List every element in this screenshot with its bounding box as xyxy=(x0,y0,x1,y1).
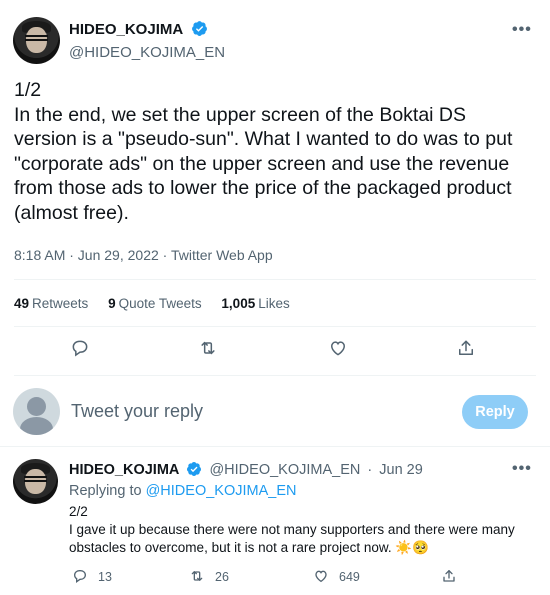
share-icon[interactable] xyxy=(456,338,480,362)
reply-input[interactable]: Tweet your reply xyxy=(71,401,203,422)
tweet-text: 1/2 In the end, we set the upper screen … xyxy=(14,79,513,224)
reply-action[interactable]: 13 xyxy=(72,568,112,584)
divider xyxy=(14,279,536,280)
reply-button[interactable]: Reply xyxy=(462,395,528,429)
reply-icon xyxy=(72,570,88,584)
thread-index: 2/2 xyxy=(69,504,88,519)
retweet-action[interactable]: 26 xyxy=(189,568,229,584)
retweet-icon xyxy=(189,570,205,584)
like-icon[interactable] xyxy=(328,338,352,362)
likes-stat[interactable]: 1,005 Likes xyxy=(221,296,289,311)
verified-badge-icon xyxy=(191,20,208,42)
tweet-stats: 49 Retweets 9 Quote Tweets 1,005 Likes xyxy=(14,296,306,311)
handle[interactable]: @HIDEO_KOJIMA_EN xyxy=(69,44,225,61)
tweet-timestamp[interactable]: 8:18 AM · Jun 29, 2022 · Twitter Web App xyxy=(14,247,273,263)
reply-count: 13 xyxy=(98,570,112,584)
retweet-icon[interactable] xyxy=(198,338,222,362)
replying-to: Replying to @HIDEO_KOJIMA_EN xyxy=(69,483,297,499)
divider xyxy=(14,375,536,376)
handle[interactable]: @HIDEO_KOJIMA_EN xyxy=(209,462,360,478)
replying-to-link[interactable]: @HIDEO_KOJIMA_EN xyxy=(146,483,297,499)
more-options-icon[interactable]: ••• xyxy=(512,460,532,478)
like-action[interactable]: 649 xyxy=(313,568,360,584)
like-icon xyxy=(313,570,329,584)
display-name[interactable]: HIDEO_KOJIMA xyxy=(69,462,179,478)
author-block[interactable]: HIDEO_KOJIMA @HIDEO_KOJIMA_EN xyxy=(69,20,225,61)
reply-body: I gave it up because there were not many… xyxy=(69,522,515,555)
user-avatar[interactable] xyxy=(13,388,60,435)
retweet-count: 26 xyxy=(215,570,229,584)
quote-tweets-stat[interactable]: 9 Quote Tweets xyxy=(108,296,202,311)
more-options-icon[interactable]: ••• xyxy=(512,21,532,39)
separator-dot: · xyxy=(367,462,373,478)
reply-icon[interactable] xyxy=(70,338,94,362)
like-count: 649 xyxy=(339,570,360,584)
reply-tweet-header: HIDEO_KOJIMA @HIDEO_KOJIMA_EN · Jun 29 xyxy=(69,461,423,481)
verified-badge-icon xyxy=(186,461,202,481)
avatar[interactable] xyxy=(13,459,58,504)
tweet-date[interactable]: Jun 29 xyxy=(379,462,423,478)
divider xyxy=(14,326,536,327)
share-icon xyxy=(441,570,457,584)
divider xyxy=(0,446,550,447)
share-action[interactable] xyxy=(441,568,457,584)
avatar[interactable] xyxy=(13,17,60,64)
retweets-stat[interactable]: 49 Retweets xyxy=(14,296,88,311)
reply-tweet-text: 2/2 I gave it up because there were not … xyxy=(69,503,531,557)
display-name[interactable]: HIDEO_KOJIMA xyxy=(69,21,183,38)
